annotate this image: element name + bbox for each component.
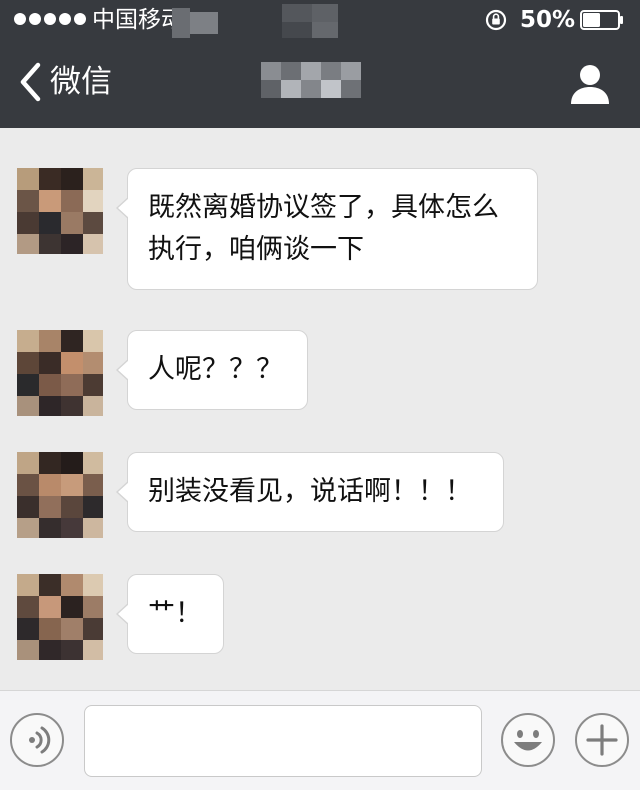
battery-percent: 50% [520, 7, 576, 33]
message-bubble[interactable]: 别装没看见，说话啊！！！ [116, 452, 504, 532]
chat-screen: 中国移动 50% 微信 既然离婚协议签了，具体怎么 执行，咱俩谈一下 人呢？？？… [0, 0, 640, 790]
rotation-lock-icon [485, 9, 507, 31]
more-button[interactable] [575, 713, 629, 767]
smiley-icon [514, 730, 542, 751]
top-bar: 中国移动 50% 微信 [0, 0, 640, 128]
signal-strength-icon [14, 13, 86, 25]
censored-mosaic [175, 56, 385, 106]
nav-bar: 微信 [0, 40, 640, 128]
message-text: 执行，咱俩谈一下 [148, 234, 364, 265]
avatar[interactable] [17, 330, 103, 416]
message-text: 别装没看见，说话啊！！！ [148, 476, 472, 507]
back-label: 微信 [50, 64, 112, 100]
voice-icon [29, 726, 51, 754]
avatar[interactable] [17, 574, 103, 660]
message-text: 既然离婚协议签了，具体怎么 [148, 192, 499, 223]
carrier-label: 中国移动 [92, 7, 184, 33]
avatar[interactable] [17, 168, 103, 254]
message-list[interactable]: 既然离婚协议签了，具体怎么 执行，咱俩谈一下 人呢？？？ 别装没看见，说话啊！！… [0, 128, 640, 690]
message-bubble[interactable]: 人呢？？？ [116, 330, 308, 410]
status-bar: 中国移动 50% [0, 0, 640, 40]
message-bubble[interactable]: 既然离婚协议签了，具体怎么 执行，咱俩谈一下 [116, 168, 538, 290]
voice-button[interactable] [10, 713, 64, 767]
input-bar [0, 690, 640, 790]
person-icon[interactable] [568, 62, 612, 106]
message-text: 艹！ [148, 598, 202, 629]
emoji-button[interactable] [501, 713, 555, 767]
plus-icon [586, 724, 618, 756]
avatar[interactable] [17, 452, 103, 538]
chevron-left-icon [20, 62, 41, 102]
battery-icon [580, 10, 623, 30]
message-input[interactable] [84, 705, 482, 777]
message-text: 人呢？？？ [148, 354, 283, 385]
censored-mosaic [172, 4, 362, 38]
message-bubble[interactable]: 艹！ [116, 574, 224, 654]
back-button[interactable]: 微信 [18, 62, 112, 102]
